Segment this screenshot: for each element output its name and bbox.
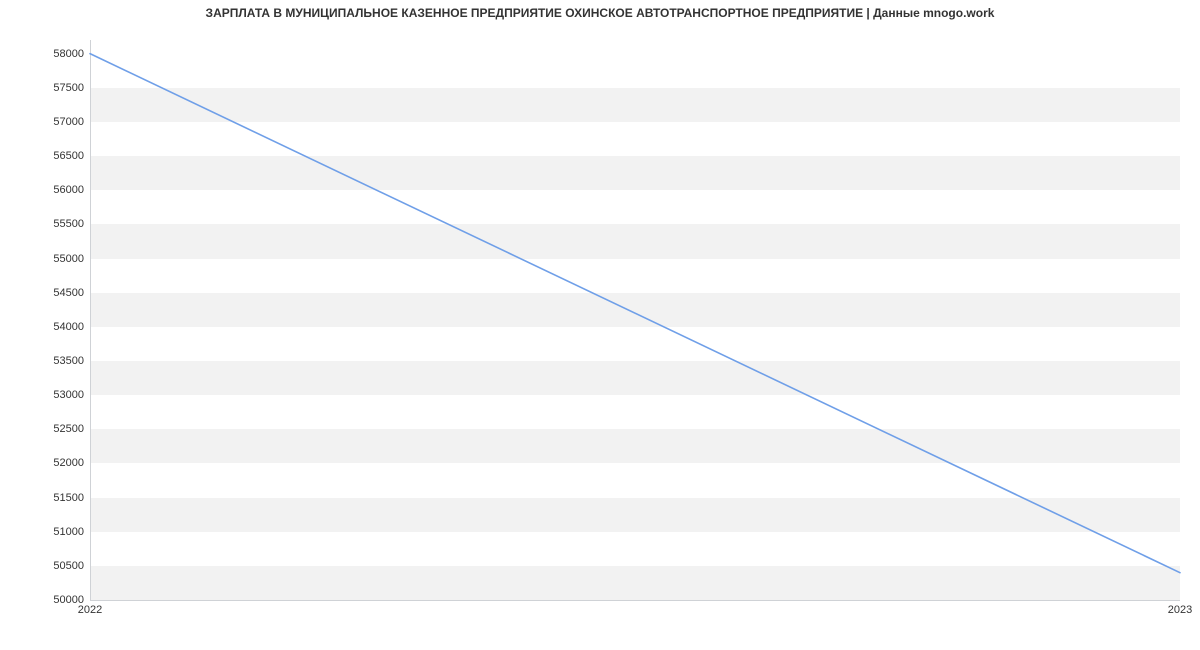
plot-area: [90, 40, 1180, 600]
y-tick-label: 53000: [4, 389, 84, 401]
y-tick-label: 52500: [4, 423, 84, 435]
x-tick-label: 2023: [1168, 604, 1192, 616]
y-tick-label: 51000: [4, 526, 84, 538]
y-tick-label: 55000: [4, 253, 84, 265]
y-tick-label: 50500: [4, 560, 84, 572]
y-tick-label: 56500: [4, 150, 84, 162]
y-tick-label: 54000: [4, 321, 84, 333]
salary-line-chart: ЗАРПЛАТА В МУНИЦИПАЛЬНОЕ КАЗЕННОЕ ПРЕДПР…: [0, 0, 1200, 650]
y-tick-label: 52000: [4, 457, 84, 469]
data-line: [90, 40, 1180, 600]
x-axis-line: [90, 600, 1180, 601]
y-tick-label: 56000: [4, 184, 84, 196]
x-tick-label: 2022: [78, 604, 102, 616]
y-tick-label: 57500: [4, 82, 84, 94]
y-tick-label: 53500: [4, 355, 84, 367]
y-tick-label: 57000: [4, 116, 84, 128]
y-tick-label: 54500: [4, 287, 84, 299]
chart-title: ЗАРПЛАТА В МУНИЦИПАЛЬНОЕ КАЗЕННОЕ ПРЕДПР…: [0, 6, 1200, 20]
y-tick-label: 50000: [4, 594, 84, 606]
y-tick-label: 51500: [4, 492, 84, 504]
y-tick-label: 58000: [4, 48, 84, 60]
y-tick-label: 55500: [4, 218, 84, 230]
